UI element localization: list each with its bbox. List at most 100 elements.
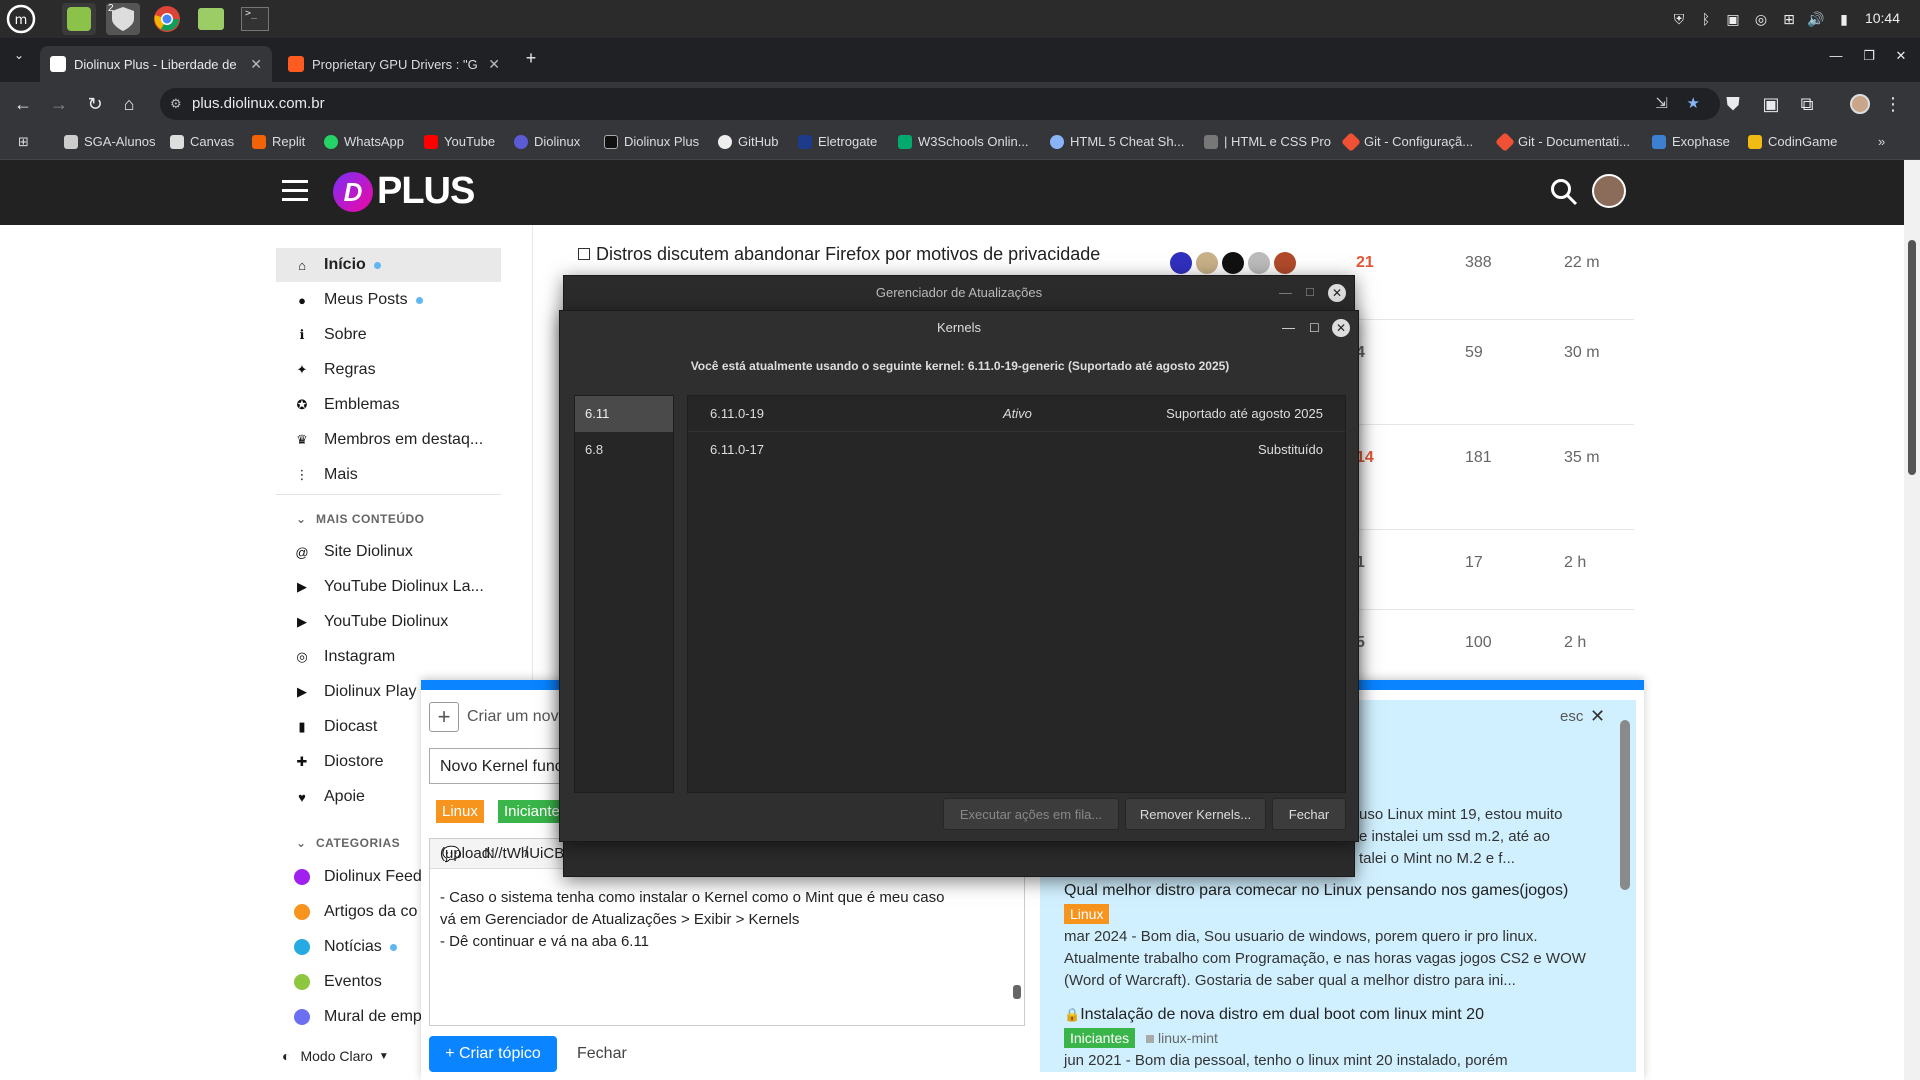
series-item-6-8[interactable]: 6.8	[575, 432, 673, 468]
similar-topic-title[interactable]: 🔒Instalação de nova distro em dual boot …	[1064, 1006, 1484, 1024]
reload-icon[interactable]: ↻	[84, 94, 106, 115]
forward-icon[interactable]: →	[48, 94, 70, 115]
update-manager-titlebar[interactable]: Gerenciador de Atualizações — ☐ ✕	[564, 276, 1354, 310]
close-icon[interactable]: ✕	[1590, 706, 1605, 727]
sidebar-item-emblemas[interactable]: ✪ Emblemas	[276, 388, 501, 422]
diolinux-plus-logo[interactable]: D PLUS	[333, 170, 475, 213]
close-icon[interactable]: ✕	[1328, 284, 1346, 302]
category-chip-iniciante[interactable]: Iniciante	[498, 800, 566, 823]
page-scrollbar[interactable]	[1904, 160, 1920, 1080]
sidebar-item-mais[interactable]: ⋮ Mais	[276, 458, 501, 492]
kernel-row[interactable]: 6.11.0-19 Ativo Suportado até agosto 202…	[688, 396, 1345, 432]
install-icon[interactable]: ⇲	[1655, 88, 1668, 120]
composer-action-label[interactable]: Criar um nov	[467, 708, 559, 726]
new-tab-icon[interactable]: +	[520, 48, 542, 69]
avatar[interactable]	[1196, 252, 1218, 274]
avatar[interactable]	[1274, 252, 1296, 274]
tag-linux-mint[interactable]: linux-mint	[1146, 1030, 1218, 1046]
gpu-icon[interactable]: ◎	[1752, 10, 1770, 28]
minimize-icon[interactable]: —	[1279, 276, 1292, 310]
category-chip-iniciantes[interactable]: Iniciantes	[1064, 1028, 1136, 1048]
bookmark-youtube[interactable]: YouTube	[424, 134, 495, 149]
extension-shield-icon[interactable]: ⛊	[1722, 94, 1744, 115]
close-tab-icon[interactable]: ✕	[488, 56, 500, 73]
sidebar-item-youtube-labs[interactable]: ▶ YouTube Diolinux La...	[276, 570, 501, 604]
files-app-icon[interactable]	[194, 3, 228, 35]
bookmark-eletrogate[interactable]: Eletrogate	[798, 134, 877, 149]
site-info-icon[interactable]: ⚙	[170, 88, 182, 120]
volume-icon[interactable]: 🔊	[1807, 10, 1825, 28]
network-icon[interactable]: ⊞	[1780, 10, 1798, 28]
create-topic-button[interactable]: + Criar tópico	[429, 1036, 557, 1072]
bookmark-codingame[interactable]: CodinGame	[1748, 134, 1837, 149]
kernels-titlebar[interactable]: Kernels — ☐ ✕	[560, 311, 1358, 345]
category-chip-linux[interactable]: Linux	[436, 800, 484, 823]
bookmark-git-docs[interactable]: Git - Documentati...	[1495, 131, 1630, 152]
activity-time[interactable]: 2 h	[1564, 554, 1586, 572]
bluetooth-icon[interactable]: ᛒ	[1697, 10, 1715, 28]
kernel-row[interactable]: 6.11.0-17 Substituído	[688, 432, 1345, 468]
chrome-app-icon[interactable]	[150, 3, 184, 35]
bookmark-w3schools[interactable]: W3Schools Onlin...	[898, 134, 1029, 149]
section-mais-conteudo[interactable]: ⌄ MAIS CONTEÚDO	[276, 512, 425, 526]
hamburger-menu-icon[interactable]	[282, 180, 308, 201]
minimize-window-icon[interactable]: —	[1825, 48, 1847, 63]
category-chip-linux[interactable]: Linux	[1064, 904, 1110, 924]
bookmark-html5-cheat[interactable]: HTML 5 Cheat Sh...	[1050, 134, 1184, 149]
bookmark-replit[interactable]: Replit	[252, 134, 305, 149]
home-icon[interactable]: ⌂	[118, 94, 140, 115]
battery-icon[interactable]: ▮	[1835, 10, 1853, 28]
remove-kernels-button[interactable]: Remover Kernels...	[1125, 798, 1266, 830]
topic-title[interactable]: Distros discutem abandonar Firefox por m…	[596, 244, 1100, 265]
scrollbar-thumb[interactable]	[1908, 240, 1916, 475]
settings-app-icon[interactable]	[62, 3, 96, 35]
similar-topic-title[interactable]: Qual melhor distro para comecar no Linux…	[1064, 882, 1568, 900]
run-queued-actions-button[interactable]: Executar ações em fila...	[943, 798, 1119, 830]
terminal-app-icon[interactable]: >_	[238, 3, 272, 35]
apps-grid-icon[interactable]: ⊞	[18, 134, 29, 150]
clock[interactable]: 10:44	[1865, 10, 1900, 26]
bookmark-sga-alunos[interactable]: SGA-Alunos	[64, 134, 156, 149]
profile-avatar[interactable]	[1850, 94, 1872, 114]
sidebar-item-sobre[interactable]: ℹ Sobre	[276, 318, 501, 352]
user-avatar[interactable]	[1592, 174, 1626, 208]
extension-bitwarden-icon[interactable]: ▣	[1760, 94, 1782, 115]
tab-gpu-drivers[interactable]: Proprietary GPU Drivers : "G ✕	[278, 46, 510, 82]
close-window-icon[interactable]: ✕	[1890, 48, 1912, 64]
avatar[interactable]	[1248, 252, 1270, 274]
bookmark-diolinux-plus[interactable]: Diolinux Plus	[604, 134, 699, 149]
bookmark-exophase[interactable]: Exophase	[1652, 134, 1730, 149]
avatar[interactable]	[1170, 252, 1192, 274]
sidebar-item-meus-posts[interactable]: ● Meus Posts	[276, 283, 501, 317]
extensions-puzzle-icon[interactable]: ⧉	[1796, 94, 1818, 115]
activity-time[interactable]: 2 h	[1564, 634, 1586, 652]
tab-diolinux[interactable]: Diolinux Plus - Liberdade de ✕	[40, 46, 272, 82]
activity-time[interactable]: 22 m	[1564, 254, 1600, 272]
bookmark-git-config[interactable]: Git - Configuraçã...	[1341, 131, 1473, 152]
address-bar[interactable]: ⚙ plus.diolinux.com.br ⇲ ★	[160, 88, 1720, 120]
bookmark-github[interactable]: GitHub	[718, 134, 778, 149]
close-icon[interactable]: ✕	[1332, 319, 1350, 337]
bookmark-whatsapp[interactable]: WhatsApp	[324, 134, 404, 149]
topic-title-input[interactable]: Novo Kernel func	[429, 748, 569, 784]
avatar[interactable]	[1222, 252, 1244, 274]
restore-window-icon[interactable]: ❐	[1858, 48, 1880, 64]
activity-time[interactable]: 30 m	[1564, 344, 1600, 362]
sidebar-item-regras[interactable]: ✦ Regras	[276, 353, 501, 387]
composer-cancel-link[interactable]: Fechar	[577, 1045, 627, 1063]
plus-icon[interactable]: +	[429, 702, 459, 732]
bookmarks-overflow-icon[interactable]: »	[1878, 134, 1885, 149]
editor-scrollbar[interactable]	[1012, 873, 1022, 1023]
maximize-icon[interactable]: ☐	[1309, 311, 1320, 345]
bookmark-star-icon[interactable]: ★	[1687, 88, 1700, 120]
series-item-6-11[interactable]: 6.11	[575, 396, 673, 432]
close-button[interactable]: Fechar	[1272, 798, 1346, 830]
checkbox-icon[interactable]	[578, 248, 590, 260]
sidebar-item-inicio[interactable]: ⌂ Início	[276, 248, 501, 282]
search-icon[interactable]	[1550, 178, 1578, 211]
maximize-icon[interactable]: ☐	[1305, 276, 1315, 310]
shield-app-icon[interactable]: 2	[106, 3, 140, 35]
sidebar-item-membros[interactable]: ♛ Membros em destaq...	[276, 423, 501, 457]
back-icon[interactable]: ←	[12, 94, 34, 115]
bookmark-canvas[interactable]: Canvas	[170, 134, 234, 149]
